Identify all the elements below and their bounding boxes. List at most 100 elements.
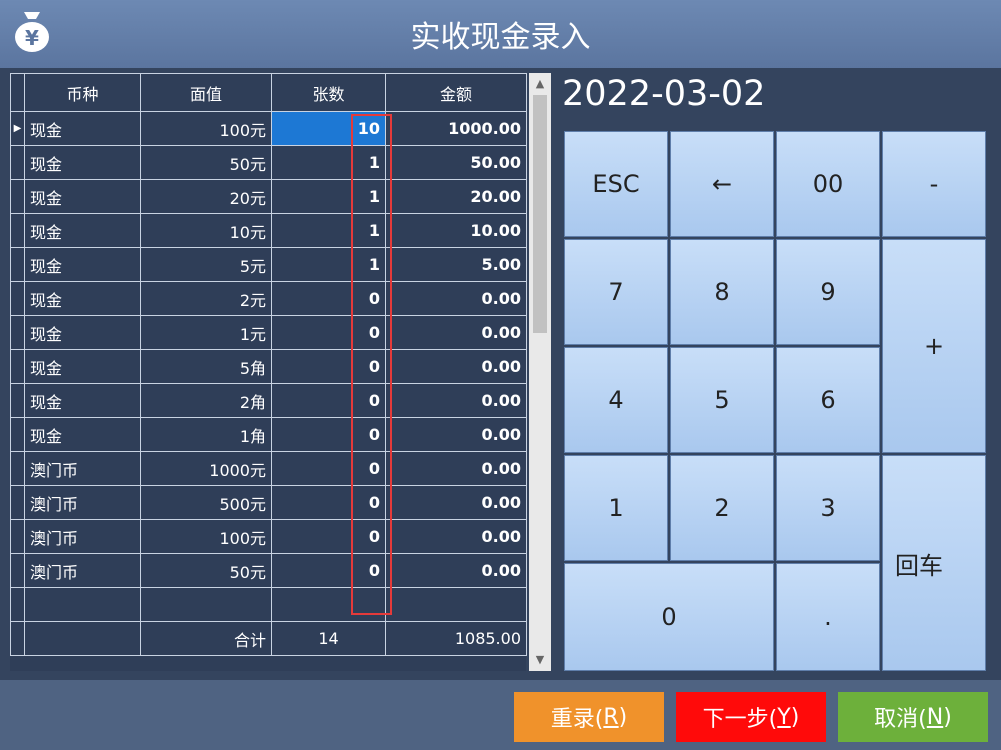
cell-denomination: 50元: [140, 553, 272, 588]
cell-count[interactable]: 0: [271, 315, 386, 350]
table-body: ▶ 现金 100元 10 1000.00 现金 50元 1 50.00 现金 20元 1 20.00 现金…: [10, 111, 527, 588]
cell-count[interactable]: 0: [271, 519, 386, 554]
next-step-button[interactable]: 下一步(Y): [676, 692, 826, 742]
key-0[interactable]: 0: [564, 563, 774, 671]
cell-currency: 澳门币: [24, 553, 141, 588]
header-count[interactable]: 张数: [271, 73, 386, 112]
table-row[interactable]: 现金 2角 0 0.00: [10, 383, 527, 418]
cell-amount: 0.00: [385, 315, 527, 350]
cell-count[interactable]: 0: [271, 451, 386, 486]
row-indicator: [10, 451, 25, 486]
header-currency[interactable]: 币种: [24, 73, 141, 112]
cell-amount: 0.00: [385, 383, 527, 418]
table-row[interactable]: 现金 5角 0 0.00: [10, 349, 527, 384]
row-indicator: [10, 349, 25, 384]
cell-count[interactable]: 0: [271, 553, 386, 588]
summary-label: 合计: [140, 621, 272, 656]
cell-count[interactable]: 1: [271, 213, 386, 248]
key-3[interactable]: 3: [776, 455, 880, 561]
cell-denomination: 50元: [140, 145, 272, 180]
table-row[interactable]: 澳门币 50元 0 0.00: [10, 553, 527, 588]
vertical-scrollbar[interactable]: ▲ ▼: [529, 73, 551, 671]
key-enter[interactable]: 回车: [882, 455, 986, 671]
cell-currency: 现金: [24, 179, 141, 214]
cell-denomination: 1000元: [140, 451, 272, 486]
title-bar: ¥ 实收现金录入: [0, 0, 1001, 68]
cell-amount: 0.00: [385, 417, 527, 452]
window-title: 实收现金录入: [410, 20, 591, 55]
header-amount[interactable]: 金额: [385, 73, 527, 112]
row-indicator: [10, 213, 25, 248]
row-indicator: [10, 417, 25, 452]
cell-denomination: 20元: [140, 179, 272, 214]
key-5[interactable]: 5: [670, 347, 774, 453]
cell-count[interactable]: 0: [271, 485, 386, 520]
key-double-zero[interactable]: 00: [776, 131, 880, 237]
reset-hotkey: R: [603, 704, 619, 730]
cell-currency: 现金: [24, 247, 141, 282]
summary-count: 14: [271, 621, 386, 656]
cell-count[interactable]: 1: [271, 247, 386, 282]
key-6[interactable]: 6: [776, 347, 880, 453]
key-backspace[interactable]: ←: [670, 131, 774, 237]
cell-currency: 现金: [24, 213, 141, 248]
cell-denomination: 2角: [140, 383, 272, 418]
cell-amount: 0.00: [385, 349, 527, 384]
table-row[interactable]: 现金 1元 0 0.00: [10, 315, 527, 350]
reset-button[interactable]: 重录(R): [514, 692, 664, 742]
scroll-up-arrow-icon[interactable]: ▲: [529, 73, 551, 95]
cell-count[interactable]: 1: [271, 145, 386, 180]
row-indicator: ▶: [10, 111, 25, 146]
row-indicator: [10, 315, 25, 350]
cell-amount: 20.00: [385, 179, 527, 214]
table-row[interactable]: 现金 50元 1 50.00: [10, 145, 527, 180]
key-7[interactable]: 7: [564, 239, 668, 345]
key-minus[interactable]: -: [882, 131, 986, 237]
cell-amount: 0.00: [385, 485, 527, 520]
table-row[interactable]: 现金 1角 0 0.00: [10, 417, 527, 452]
cell-currency: 现金: [24, 111, 141, 146]
cell-count[interactable]: 0: [271, 417, 386, 452]
table-row[interactable]: 澳门币 500元 0 0.00: [10, 485, 527, 520]
cell-amount: 0.00: [385, 451, 527, 486]
table-row[interactable]: 现金 5元 1 5.00: [10, 247, 527, 282]
cell-currency: 现金: [24, 417, 141, 452]
summary-amount: 1085.00: [385, 621, 527, 656]
table-row[interactable]: 现金 10元 1 10.00: [10, 213, 527, 248]
header-corner: [10, 73, 25, 112]
cell-amount: 0.00: [385, 519, 527, 554]
key-2[interactable]: 2: [670, 455, 774, 561]
key-dot[interactable]: .: [776, 563, 880, 671]
scroll-thumb[interactable]: [533, 95, 547, 333]
cell-denomination: 1角: [140, 417, 272, 452]
key-plus[interactable]: +: [882, 239, 986, 453]
cell-amount: 5.00: [385, 247, 527, 282]
key-1[interactable]: 1: [564, 455, 668, 561]
key-esc[interactable]: ESC: [564, 131, 668, 237]
key-8[interactable]: 8: [670, 239, 774, 345]
cell-count[interactable]: 0: [271, 349, 386, 384]
header-denomination[interactable]: 面值: [140, 73, 272, 112]
cell-count[interactable]: 10: [271, 111, 386, 146]
cell-count[interactable]: 0: [271, 383, 386, 418]
cell-amount: 10.00: [385, 213, 527, 248]
key-4[interactable]: 4: [564, 347, 668, 453]
key-9[interactable]: 9: [776, 239, 880, 345]
row-indicator: [10, 145, 25, 180]
cell-count[interactable]: 0: [271, 281, 386, 316]
cell-denomination: 2元: [140, 281, 272, 316]
cell-amount: 0.00: [385, 553, 527, 588]
cell-count[interactable]: 1: [271, 179, 386, 214]
table-row[interactable]: 澳门币 100元 0 0.00: [10, 519, 527, 554]
cancel-hotkey: N: [926, 704, 944, 730]
table-row[interactable]: 澳门币 1000元 0 0.00: [10, 451, 527, 486]
cash-grid: 币种 面值 张数 金额 ▶ 现金 100元 10 1000.00 现金 50元 1 50.00 现…: [10, 73, 527, 671]
summary-row: 合计 14 1085.00: [10, 621, 527, 656]
next-hotkey: Y: [777, 704, 791, 730]
table-row[interactable]: ▶ 现金 100元 10 1000.00: [10, 111, 527, 146]
table-row[interactable]: 现金 20元 1 20.00: [10, 179, 527, 214]
scroll-down-arrow-icon[interactable]: ▼: [529, 649, 551, 671]
cancel-button[interactable]: 取消(N): [838, 692, 988, 742]
table-row[interactable]: 现金 2元 0 0.00: [10, 281, 527, 316]
cell-currency: 澳门币: [24, 519, 141, 554]
